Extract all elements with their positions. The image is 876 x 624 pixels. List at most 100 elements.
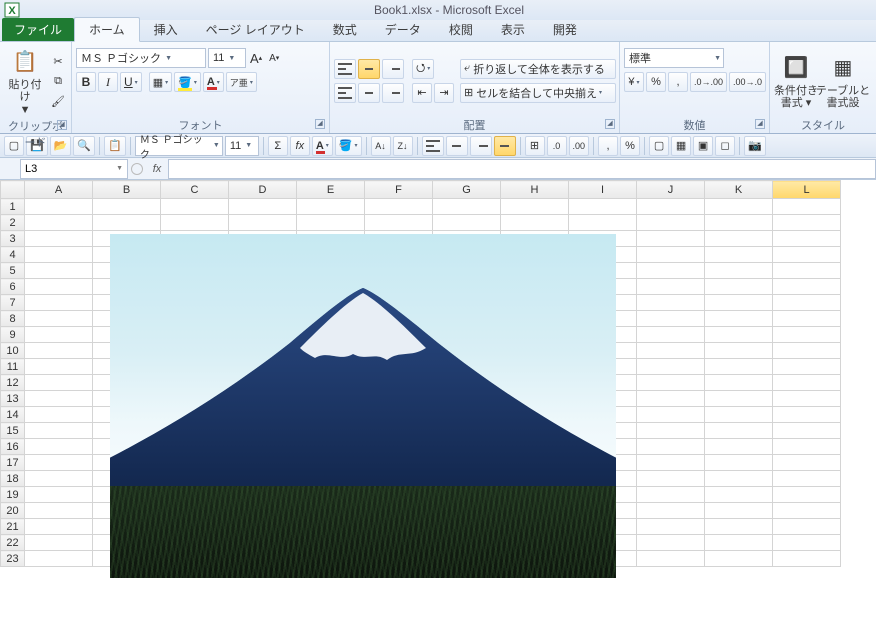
cell-J12[interactable] bbox=[637, 375, 705, 391]
qat-border-thick-button[interactable]: ▣ bbox=[693, 136, 713, 156]
cell-A23[interactable] bbox=[25, 551, 93, 567]
cell-K17[interactable] bbox=[705, 455, 773, 471]
row-header-2[interactable]: 2 bbox=[1, 215, 25, 231]
shrink-font-button[interactable]: A▾ bbox=[266, 49, 282, 67]
cell-K19[interactable] bbox=[705, 487, 773, 503]
tab-data[interactable]: データ bbox=[371, 18, 435, 41]
row-header-17[interactable]: 17 bbox=[1, 455, 25, 471]
cell-A3[interactable] bbox=[25, 231, 93, 247]
align-left-button[interactable] bbox=[334, 83, 356, 103]
cell-L22[interactable] bbox=[773, 535, 841, 551]
cell-J14[interactable] bbox=[637, 407, 705, 423]
format-painter-button[interactable]: 🖌 bbox=[49, 92, 67, 110]
qat-open-button[interactable]: 📂 bbox=[50, 136, 72, 156]
qat-fill-color-button[interactable]: 🪣▾ bbox=[335, 136, 362, 156]
cell-K22[interactable] bbox=[705, 535, 773, 551]
cell-A2[interactable] bbox=[25, 215, 93, 231]
cell-L7[interactable] bbox=[773, 295, 841, 311]
cell-A17[interactable] bbox=[25, 455, 93, 471]
decrease-decimal-button[interactable]: .00→.0 bbox=[729, 72, 766, 92]
cell-L4[interactable] bbox=[773, 247, 841, 263]
formula-input[interactable] bbox=[168, 159, 876, 179]
cut-button[interactable]: ✂ bbox=[49, 52, 67, 70]
row-header-15[interactable]: 15 bbox=[1, 423, 25, 439]
cell-C1[interactable] bbox=[161, 199, 229, 215]
cell-K4[interactable] bbox=[705, 247, 773, 263]
cell-E1[interactable] bbox=[297, 199, 365, 215]
cell-L10[interactable] bbox=[773, 343, 841, 359]
grow-font-button[interactable]: A▴ bbox=[248, 49, 264, 67]
row-header-10[interactable]: 10 bbox=[1, 343, 25, 359]
cell-L9[interactable] bbox=[773, 327, 841, 343]
cell-K21[interactable] bbox=[705, 519, 773, 535]
qat-sort-az-button[interactable]: A↓ bbox=[371, 136, 391, 156]
align-middle-button[interactable] bbox=[358, 59, 380, 79]
cell-A19[interactable] bbox=[25, 487, 93, 503]
cell-G1[interactable] bbox=[433, 199, 501, 215]
qat-camera-button[interactable]: 📷 bbox=[744, 136, 766, 156]
cell-L17[interactable] bbox=[773, 455, 841, 471]
wrap-text-button[interactable]: ⤶ 折り返して全体を表示する bbox=[460, 59, 616, 79]
row-header-11[interactable]: 11 bbox=[1, 359, 25, 375]
font-dialog-launcher[interactable]: ◢ bbox=[315, 119, 325, 129]
col-header-G[interactable]: G bbox=[433, 181, 501, 199]
cell-F2[interactable] bbox=[365, 215, 433, 231]
col-header-H[interactable]: H bbox=[501, 181, 569, 199]
cell-A5[interactable] bbox=[25, 263, 93, 279]
row-header-7[interactable]: 7 bbox=[1, 295, 25, 311]
cell-K7[interactable] bbox=[705, 295, 773, 311]
cell-A9[interactable] bbox=[25, 327, 93, 343]
comma-button[interactable]: , bbox=[668, 72, 688, 92]
cell-J15[interactable] bbox=[637, 423, 705, 439]
border-button[interactable]: ▦▾ bbox=[149, 72, 172, 92]
qat-border-all-button[interactable]: ▦ bbox=[671, 136, 691, 156]
row-header-6[interactable]: 6 bbox=[1, 279, 25, 295]
cell-L14[interactable] bbox=[773, 407, 841, 423]
qat-border-outer-button[interactable]: ▢ bbox=[649, 136, 669, 156]
row-header-5[interactable]: 5 bbox=[1, 263, 25, 279]
qat-align-center-button[interactable] bbox=[446, 136, 468, 156]
cell-L8[interactable] bbox=[773, 311, 841, 327]
cell-L19[interactable] bbox=[773, 487, 841, 503]
row-header-14[interactable]: 14 bbox=[1, 407, 25, 423]
cell-I1[interactable] bbox=[569, 199, 637, 215]
cell-A13[interactable] bbox=[25, 391, 93, 407]
cell-A8[interactable] bbox=[25, 311, 93, 327]
cell-K9[interactable] bbox=[705, 327, 773, 343]
row-header-13[interactable]: 13 bbox=[1, 391, 25, 407]
col-header-B[interactable]: B bbox=[93, 181, 161, 199]
fx-circle[interactable] bbox=[128, 160, 146, 178]
qat-preview-button[interactable]: 🔍 bbox=[73, 136, 95, 156]
cell-J2[interactable] bbox=[637, 215, 705, 231]
cell-C2[interactable] bbox=[161, 215, 229, 231]
cell-J23[interactable] bbox=[637, 551, 705, 567]
cell-K20[interactable] bbox=[705, 503, 773, 519]
cell-K14[interactable] bbox=[705, 407, 773, 423]
cell-K11[interactable] bbox=[705, 359, 773, 375]
cell-K8[interactable] bbox=[705, 311, 773, 327]
cell-K23[interactable] bbox=[705, 551, 773, 567]
cell-D2[interactable] bbox=[229, 215, 297, 231]
qat-autosum-button[interactable]: Σ bbox=[268, 136, 288, 156]
cell-J4[interactable] bbox=[637, 247, 705, 263]
cell-L20[interactable] bbox=[773, 503, 841, 519]
cell-L6[interactable] bbox=[773, 279, 841, 295]
cell-B2[interactable] bbox=[93, 215, 161, 231]
cell-A1[interactable] bbox=[25, 199, 93, 215]
cell-K18[interactable] bbox=[705, 471, 773, 487]
cell-K10[interactable] bbox=[705, 343, 773, 359]
paste-button[interactable]: 📋 貼り付け ▼ bbox=[4, 44, 46, 118]
cell-K5[interactable] bbox=[705, 263, 773, 279]
row-header-8[interactable]: 8 bbox=[1, 311, 25, 327]
cell-K15[interactable] bbox=[705, 423, 773, 439]
col-header-C[interactable]: C bbox=[161, 181, 229, 199]
underline-button[interactable]: U▾ bbox=[120, 72, 142, 92]
percent-button[interactable]: % bbox=[646, 72, 666, 92]
cell-J3[interactable] bbox=[637, 231, 705, 247]
cell-A18[interactable] bbox=[25, 471, 93, 487]
cell-K6[interactable] bbox=[705, 279, 773, 295]
fill-color-button[interactable]: 🪣▾ bbox=[174, 72, 201, 92]
row-header-23[interactable]: 23 bbox=[1, 551, 25, 567]
qat-fx-button[interactable]: fx bbox=[290, 136, 310, 156]
col-header-E[interactable]: E bbox=[297, 181, 365, 199]
